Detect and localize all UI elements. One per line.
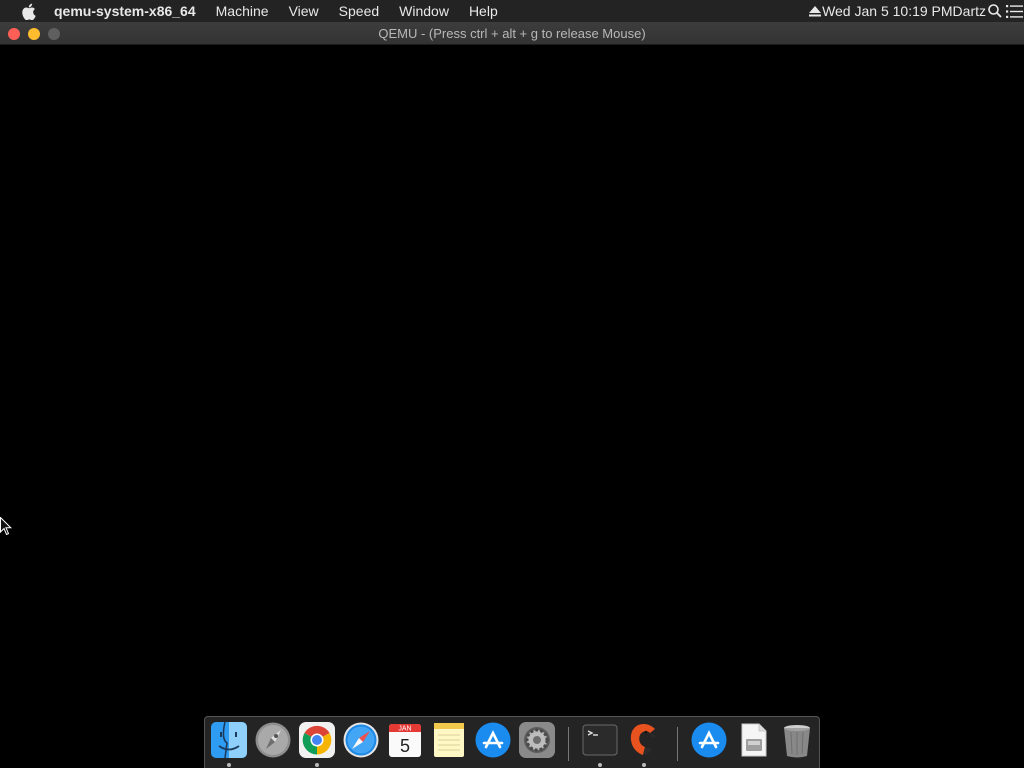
qemu-icon[interactable] (625, 721, 663, 759)
qemu-running-indicator (642, 763, 646, 767)
qemu-display[interactable] (0, 45, 1024, 768)
calendar-month-label: JAN (398, 726, 411, 733)
notes-icon[interactable] (430, 721, 468, 759)
dock: JAN 5 (204, 716, 820, 768)
app-store-icon[interactable] (474, 721, 512, 759)
downloads-stack-icon[interactable] (690, 721, 728, 759)
apple-menu-icon[interactable] (19, 0, 37, 22)
dock-separator (677, 727, 678, 761)
mouse-cursor-icon (0, 516, 13, 542)
trash-icon[interactable] (778, 721, 816, 759)
window-title: QEMU - (Press ctrl + alt + g to release … (378, 26, 646, 41)
app-menu[interactable]: qemu-system-x86_64 (53, 0, 206, 22)
user-menu[interactable]: Dartz (953, 3, 986, 19)
chrome-running-indicator (315, 763, 319, 767)
menu-view[interactable]: View (279, 0, 329, 22)
terminal-icon[interactable] (581, 721, 619, 759)
calendar-icon[interactable]: JAN 5 (386, 721, 424, 759)
spotlight-search-icon[interactable] (986, 0, 1004, 22)
safari-icon[interactable] (342, 721, 380, 759)
menu-machine[interactable]: Machine (206, 0, 279, 22)
calendar-day-label: 5 (400, 736, 410, 756)
document-stack-icon[interactable] (734, 721, 772, 759)
notification-center-icon[interactable] (1004, 0, 1024, 22)
window-titlebar[interactable]: QEMU - (Press ctrl + alt + g to release … (0, 22, 1024, 45)
terminal-running-indicator (598, 763, 602, 767)
dock-separator (568, 727, 569, 761)
menu-bar: qemu-system-x86_64 Machine View Speed Wi… (0, 0, 1024, 22)
chrome-icon[interactable] (298, 721, 336, 759)
launchpad-icon[interactable] (254, 721, 292, 759)
finder-icon[interactable] (210, 721, 248, 759)
menu-clock[interactable]: Wed Jan 5 10:19 PM (822, 3, 952, 19)
system-preferences-icon[interactable] (518, 721, 556, 759)
eject-icon[interactable] (808, 0, 822, 22)
menu-speed[interactable]: Speed (329, 0, 389, 22)
menu-window[interactable]: Window (389, 0, 459, 22)
menu-help[interactable]: Help (459, 0, 508, 22)
finder-running-indicator (227, 763, 231, 767)
